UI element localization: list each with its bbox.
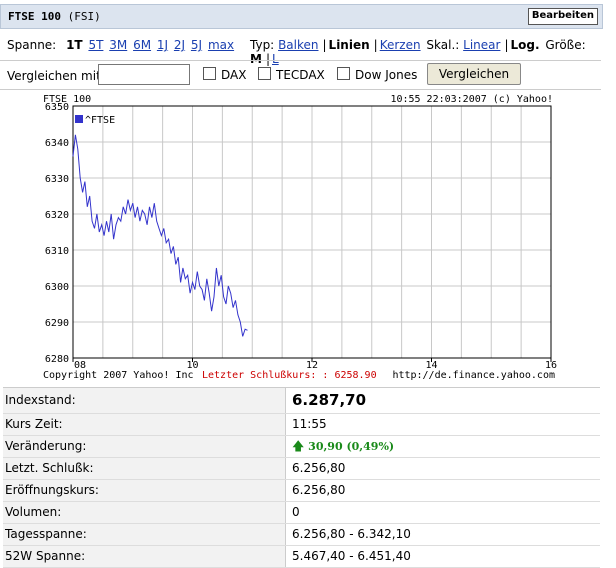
row-value-time: 11:55 (292, 417, 327, 431)
compare-input[interactable] (98, 64, 190, 85)
row-value-open: 6.256,80 (292, 483, 346, 497)
span-5t[interactable]: 5T (88, 38, 103, 52)
row-label-time: Kurs Zeit: (3, 414, 286, 435)
row-label-52w-range: 52W Spanne: (3, 546, 286, 567)
row-value-52w-range: 5.467,40 - 6.451,40 (292, 549, 411, 563)
chart-options-bar: Spanne: 1T 5T 3M 6M 1J 2J 5J max Typ: Ba… (7, 38, 601, 66)
legend-swatch (75, 115, 83, 123)
row-value-index: 6.287,70 (292, 391, 367, 409)
type-linien[interactable]: Linien (329, 38, 370, 52)
span-2j[interactable]: 2J (174, 38, 185, 52)
table-row: Volumen: 0 (3, 502, 600, 524)
row-label-volume: Volumen: (3, 502, 286, 523)
row-label-change: Veränderung: (3, 436, 286, 457)
chart-grid (73, 105, 551, 359)
span-5j[interactable]: 5J (191, 38, 202, 52)
type-kerzen[interactable]: Kerzen (380, 38, 421, 52)
row-label-index: Indexstand: (3, 388, 286, 413)
legend-label: ^FTSE (85, 115, 115, 126)
scale-label: Skal.: (426, 38, 460, 52)
y-tick-label: 6330 (45, 174, 69, 185)
index-title: FTSE 100 (FSI) (8, 10, 101, 23)
span-label: Spanne: (7, 38, 57, 52)
span-1t[interactable]: 1T (66, 38, 83, 52)
chart-copyright: Copyright 2007 Yahoo! Inc (43, 370, 194, 381)
y-tick-label: 6310 (45, 246, 69, 257)
table-row: Eröffnungskurs: 6.256,80 (3, 480, 600, 502)
span-3m[interactable]: 3M (109, 38, 127, 52)
y-tick-label: 6320 (45, 210, 69, 221)
row-value-volume: 0 (292, 505, 300, 519)
row-label-prev-close: Letzt. Schlußk: (3, 458, 286, 479)
compare-checkbox-dowjones[interactable] (337, 67, 350, 80)
price-chart: 6280 6290 6300 6310 6320 6330 6340 6350 08 10 12 1… (3, 91, 601, 383)
compare-checkbox-tecdax[interactable] (258, 67, 271, 80)
span-1j[interactable]: 1J (157, 38, 168, 52)
span-max[interactable]: max (208, 38, 234, 52)
y-tick-label: 6340 (45, 138, 69, 149)
compare-checkbox-dax[interactable] (203, 67, 216, 80)
edit-button[interactable]: Bearbeiten (527, 8, 598, 25)
table-row: Veränderung: 🡅 30,90 (0,49%) (3, 436, 600, 458)
index-name: FTSE 100 (8, 10, 61, 23)
scale-linear[interactable]: Linear (463, 38, 500, 52)
arrow-up-icon: 🡅 (292, 439, 305, 453)
row-value-change: 🡅 30,90 (0,49%) (292, 436, 394, 457)
y-axis-ticks: 62806290630063106320633063406350 (45, 102, 69, 365)
table-row: Letzt. Schlußk: 6.256,80 (3, 458, 600, 480)
change-value: 30,90 (0,49%) (308, 440, 395, 453)
scale-log[interactable]: Log. (510, 38, 539, 52)
compare-label-dowjones: Dow Jones (355, 68, 418, 82)
chart-timestamp: 10:55 22:03:2007 (c) Yahoo! (390, 94, 553, 105)
compare-button[interactable]: Vergleichen (427, 63, 521, 85)
type-balken[interactable]: Balken (278, 38, 318, 52)
price-chart-svg: 62806290630063106320633063406350 08 10 12 1… (43, 94, 557, 381)
table-row: Indexstand: 6.287,70 (3, 387, 600, 414)
source-url[interactable]: http://de.finance.yahoo.com (392, 370, 555, 381)
row-value-day-range: 6.256,80 - 6.342,10 (292, 527, 411, 541)
y-tick-label: 6300 (45, 282, 69, 293)
size-label: Größe: (545, 38, 586, 52)
index-exchange: (FSI) (67, 10, 101, 23)
span-6m[interactable]: 6M (133, 38, 151, 52)
table-row: 52W Spanne: 5.467,40 - 6.451,40 (3, 546, 600, 568)
row-label-day-range: Tagesspanne: (3, 524, 286, 545)
row-label-open: Eröffnungskurs: (3, 480, 286, 501)
quote-table: Indexstand: 6.287,70 Kurs Zeit: 11:55 Ve… (3, 387, 600, 568)
type-label: Typ: (250, 38, 275, 52)
compare-label: Vergleichen mit: (7, 69, 105, 83)
compare-bar: Vergleichen mit: DAX TECDAX Dow Jones Ve… (0, 60, 601, 90)
compare-label-dax: DAX (221, 68, 247, 82)
quote-panel: FTSE 100 (FSI) Bearbeiten Spanne: 1T 5T … (0, 0, 603, 568)
series-line-ftse (72, 134, 248, 337)
chart-title: FTSE 100 (43, 94, 91, 105)
row-value-prev-close: 6.256,80 (292, 461, 346, 475)
panel-header: FTSE 100 (FSI) Bearbeiten (0, 4, 603, 29)
y-tick-label: 6280 (45, 354, 69, 365)
table-row: Tagesspanne: 6.256,80 - 6.342,10 (3, 524, 600, 546)
compare-label-tecdax: TECDAX (276, 68, 325, 82)
last-close-label: Letzter Schlußkurs: : 6258.90 (202, 370, 377, 381)
y-tick-label: 6290 (45, 318, 69, 329)
table-row: Kurs Zeit: 11:55 (3, 414, 600, 436)
